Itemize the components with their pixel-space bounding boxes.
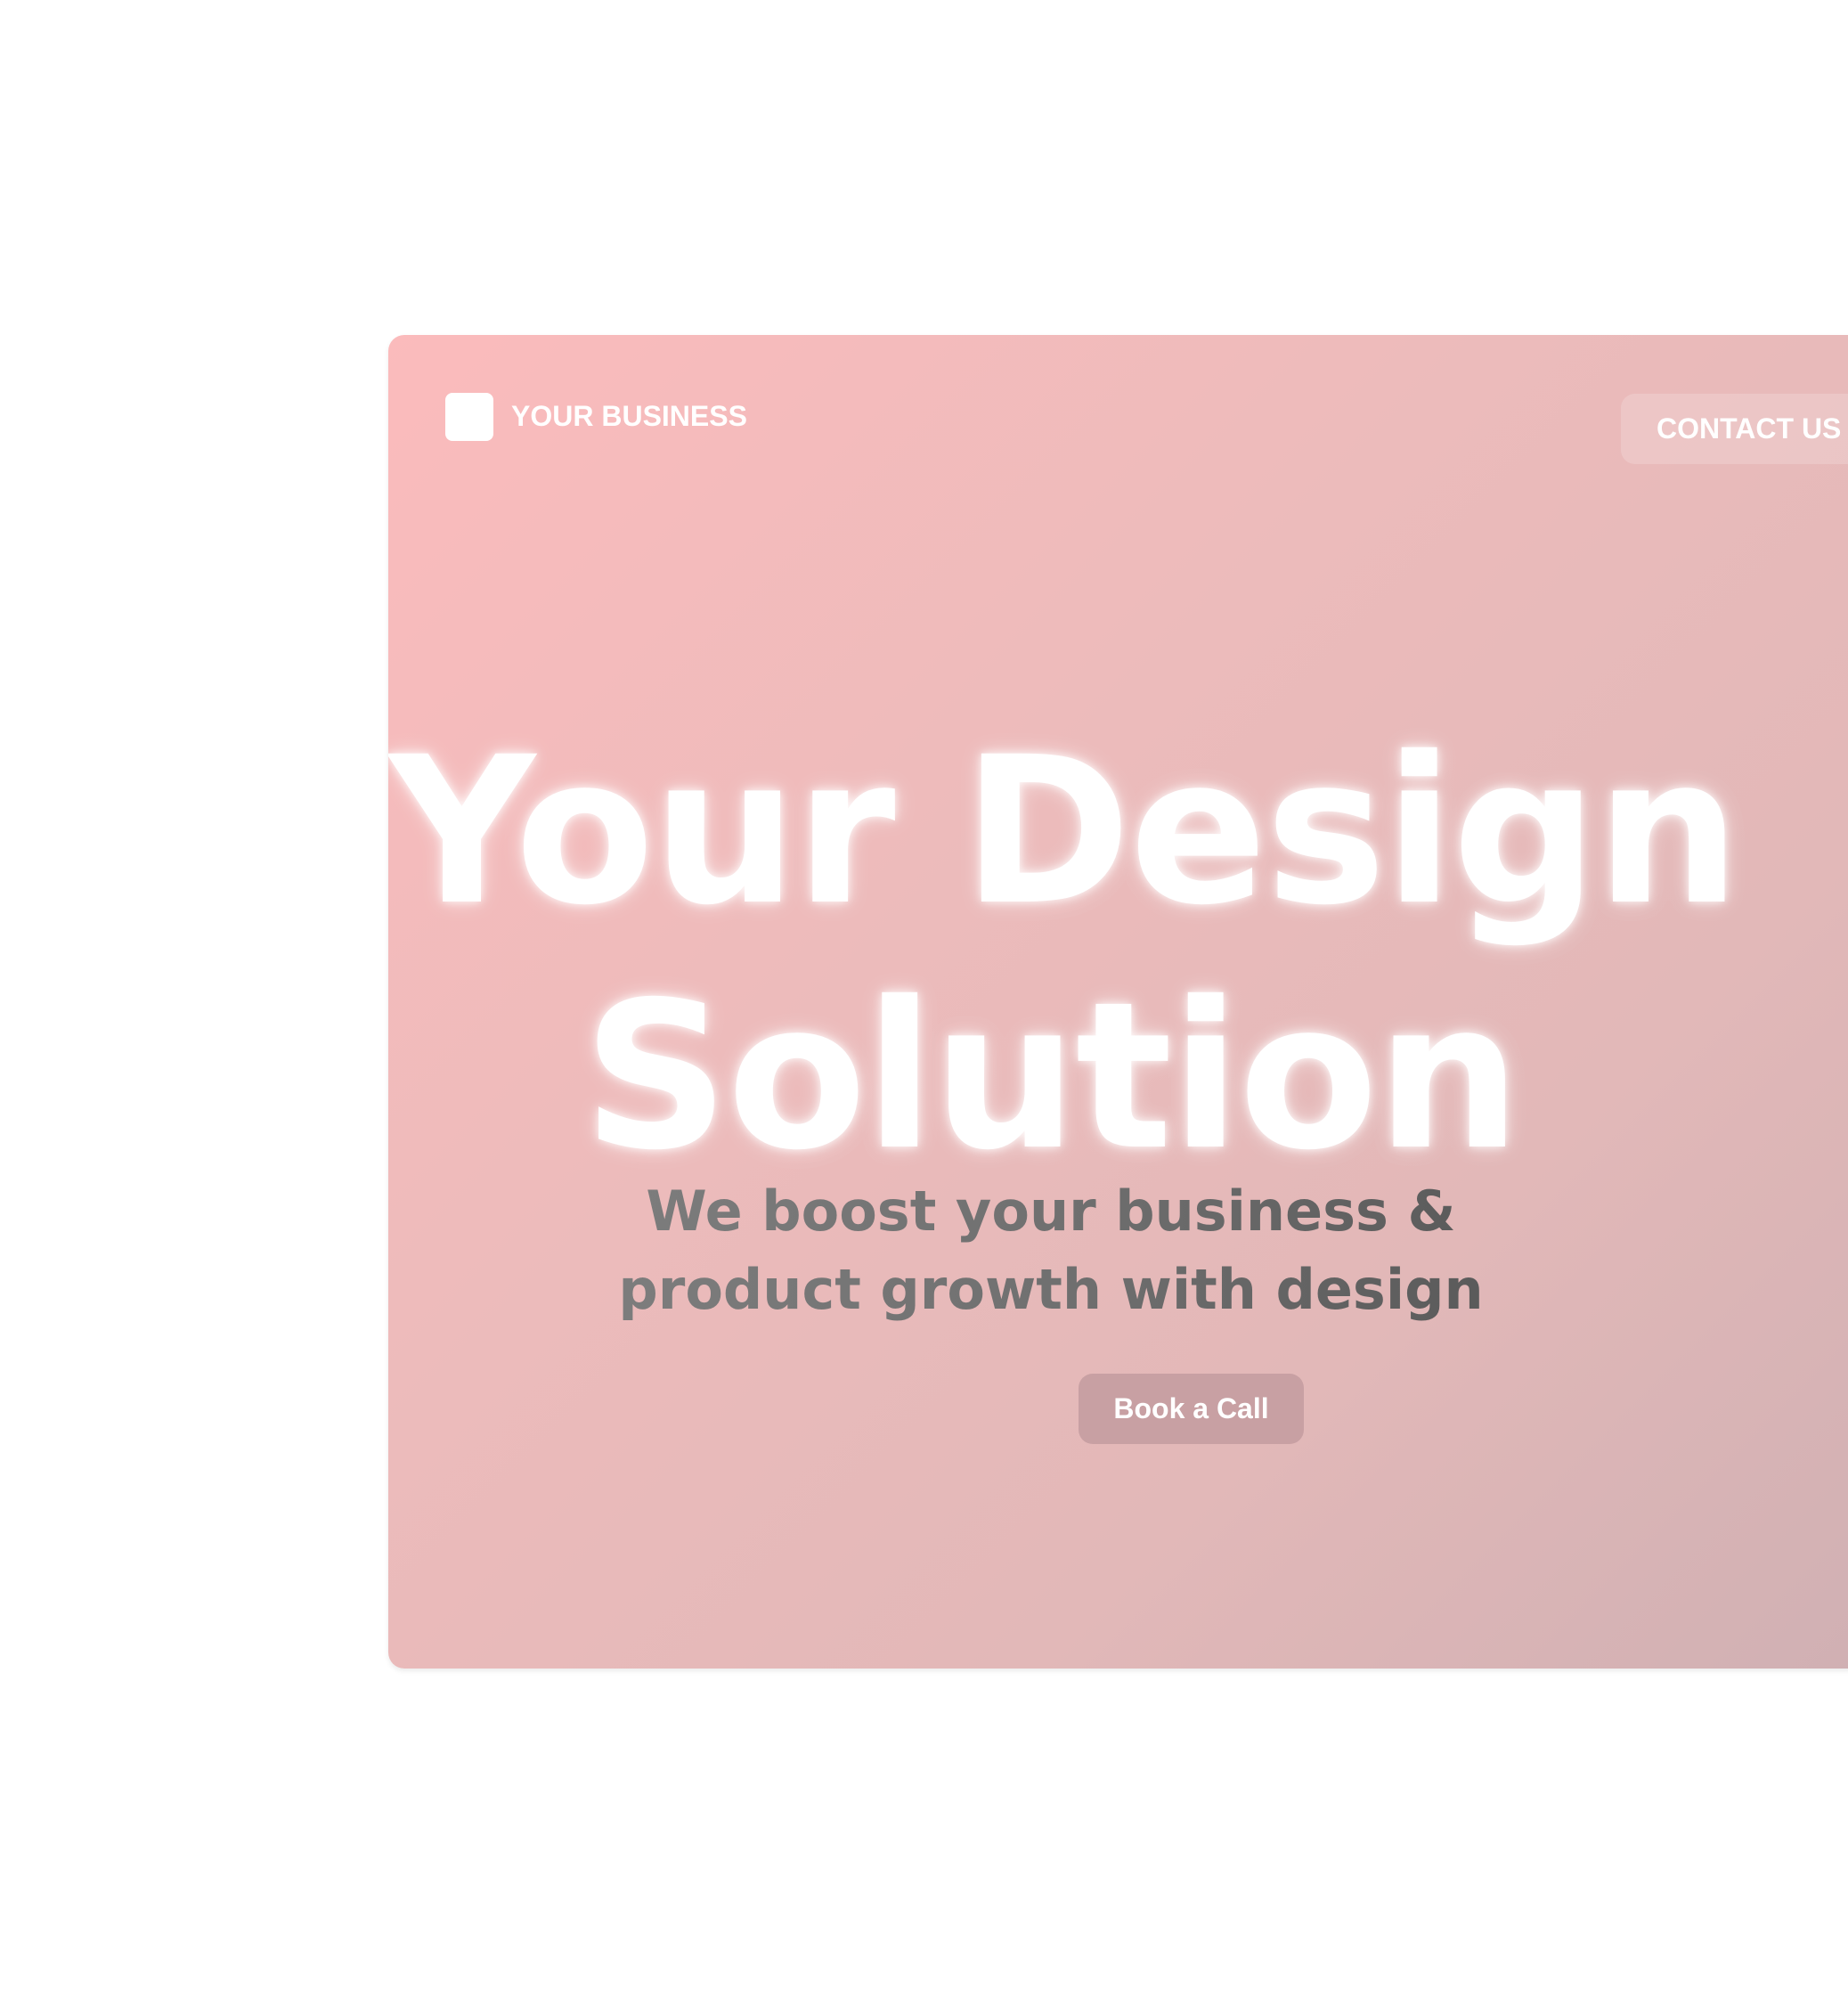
hero-subheading: We boost your business & product growth …	[388, 1172, 1714, 1329]
brand-name[interactable]: YOUR BUSINESS	[511, 400, 747, 433]
logo-mark[interactable]	[445, 393, 493, 441]
hero-subheading-line-2: product growth with design	[618, 1257, 1484, 1322]
book-a-call-button[interactable]: Book a Call	[1079, 1374, 1304, 1444]
hero-card: YOUR BUSINESS CONTACT US Your Design Sol…	[388, 335, 1848, 1669]
contact-us-button[interactable]: CONTACT US	[1621, 394, 1848, 464]
hero-headline-line-2: Solution	[582, 957, 1520, 1195]
hero-subheading-line-1: We boost your business &	[646, 1179, 1456, 1244]
hero-headline-line-1: Your Design	[388, 712, 1740, 950]
